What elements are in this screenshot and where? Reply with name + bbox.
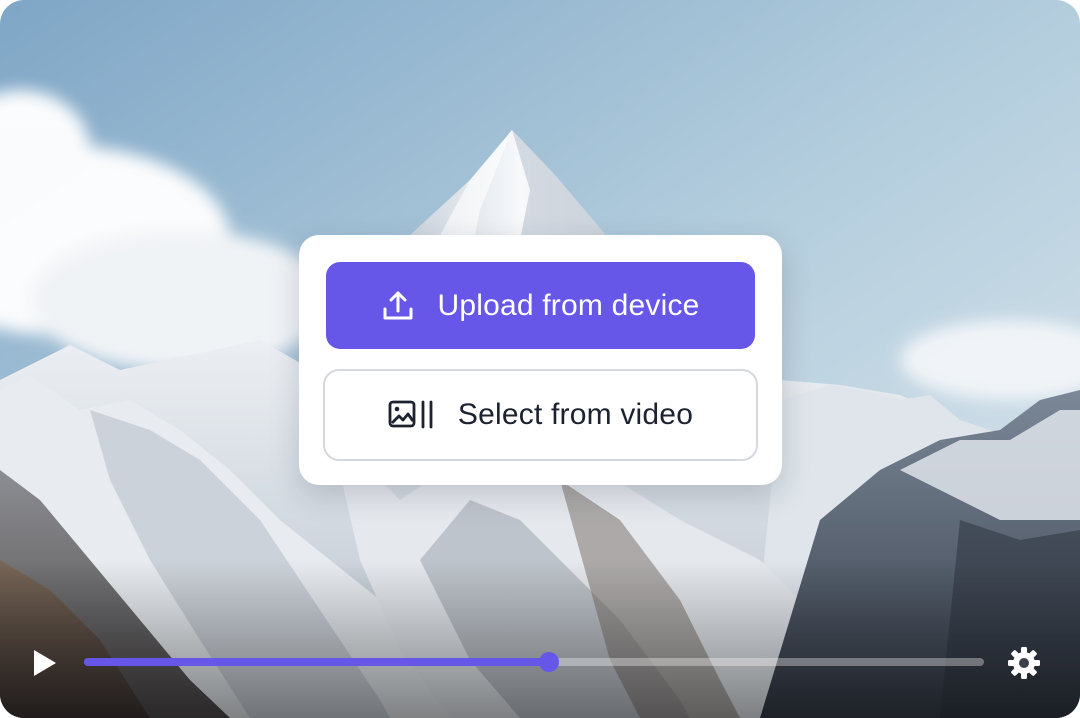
video-player: Upload from device Select from video (0, 0, 1080, 718)
select-from-video-label: Select from video (457, 398, 694, 431)
upload-from-device-label: Upload from device (437, 288, 700, 322)
player-controls (0, 620, 1080, 718)
progress-scrubber[interactable] (539, 652, 560, 672)
gear-icon (1008, 647, 1040, 679)
upload-options-menu: Upload from device Select from video (299, 235, 782, 485)
progress-bar[interactable] (84, 652, 984, 672)
progress-fill (84, 658, 550, 666)
upload-from-device-button[interactable]: Upload from device (326, 262, 755, 349)
settings-button[interactable] (1006, 645, 1042, 681)
play-button[interactable] (30, 648, 60, 678)
play-icon (34, 650, 56, 676)
select-from-video-button[interactable]: Select from video (323, 369, 758, 461)
upload-icon (381, 289, 415, 323)
select-frame-icon (388, 399, 436, 431)
